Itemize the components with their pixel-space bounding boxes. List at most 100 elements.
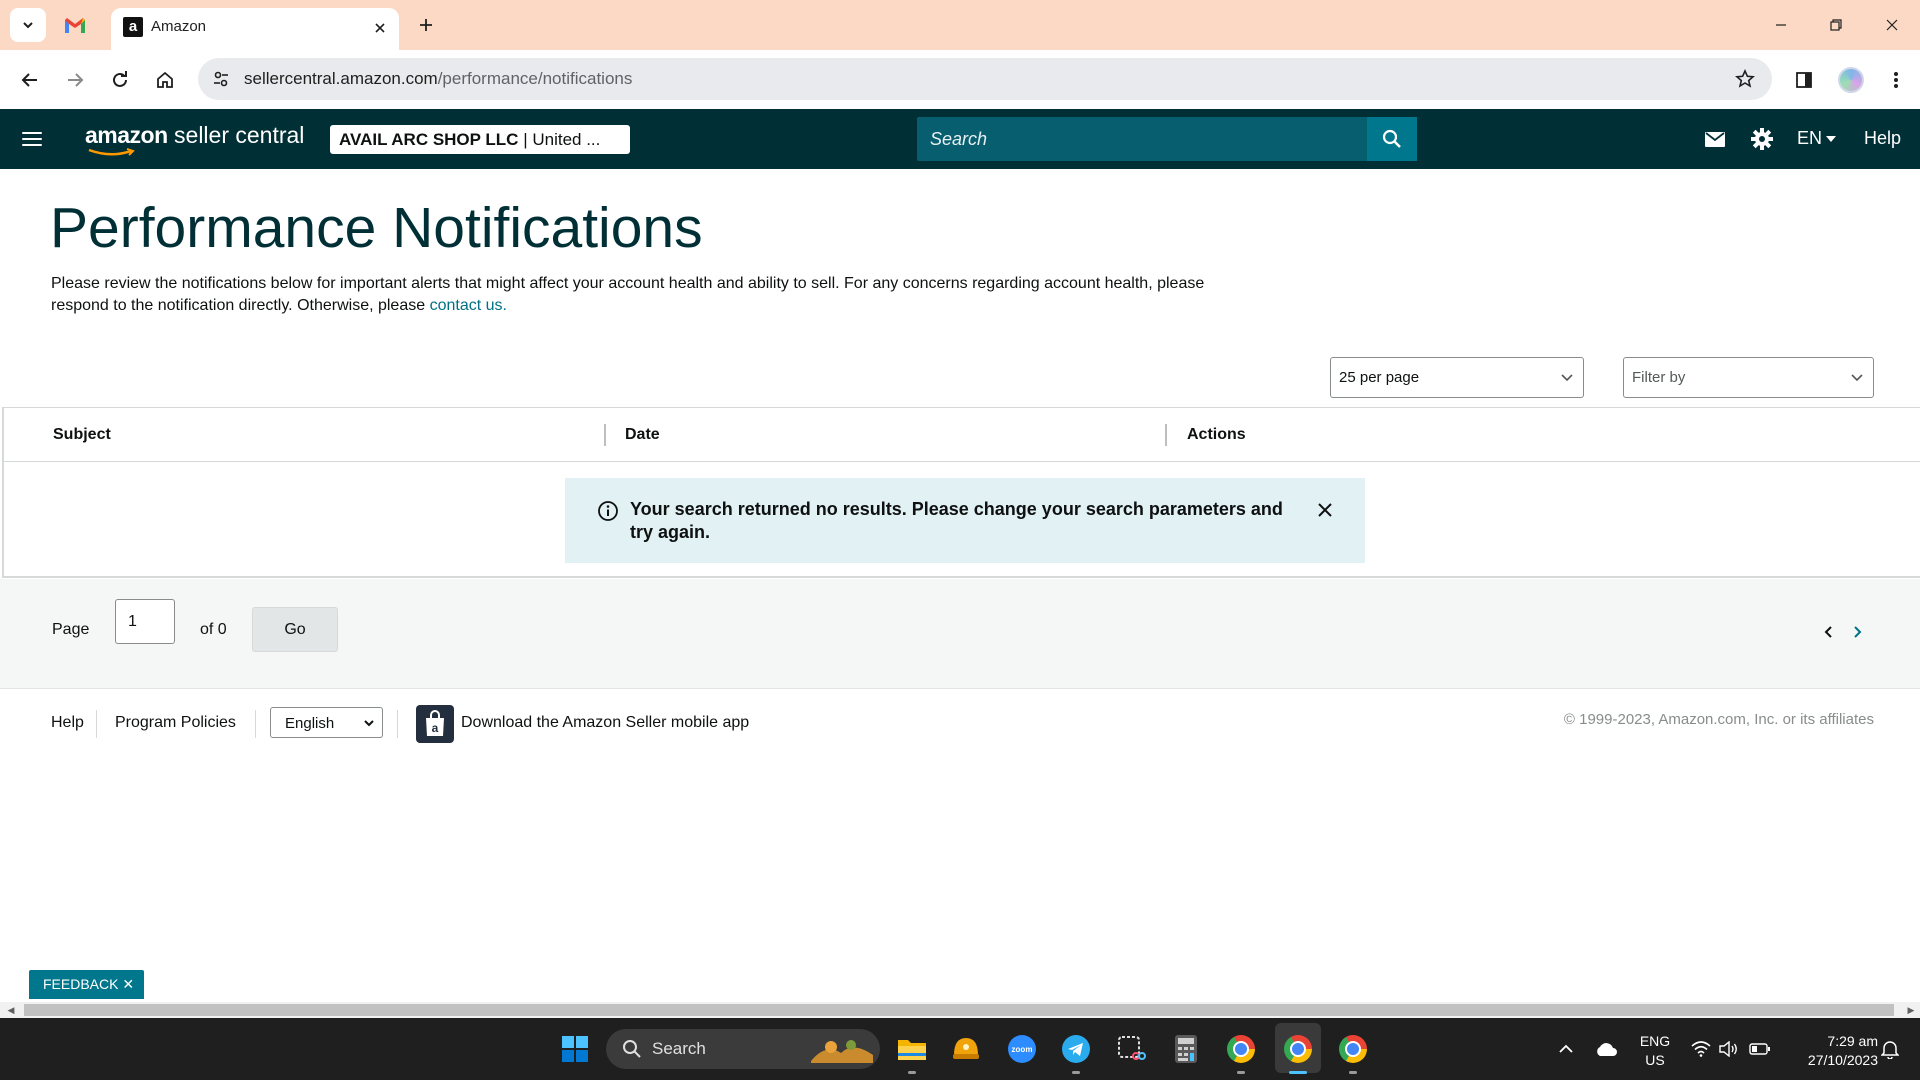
- header-help-link[interactable]: Help: [1864, 128, 1901, 149]
- gmail-tab[interactable]: [62, 12, 88, 38]
- close-icon: [1886, 19, 1898, 31]
- hamburger-icon: [22, 144, 42, 146]
- site-info-button[interactable]: [208, 66, 234, 92]
- wifi-icon: [1691, 1041, 1711, 1057]
- scroll-right-icon[interactable]: ▶: [1904, 1004, 1918, 1016]
- previous-page-button[interactable]: [1818, 621, 1838, 643]
- next-page-button[interactable]: [1848, 621, 1868, 643]
- new-tab-button[interactable]: [412, 12, 440, 38]
- landscape-icon: [811, 1040, 873, 1063]
- input-language-bottom[interactable]: US: [1630, 1051, 1680, 1069]
- chevron-left-icon: [1824, 626, 1832, 638]
- download-app-link[interactable]: Download the Amazon Seller mobile app: [461, 714, 749, 732]
- back-button[interactable]: [14, 64, 46, 96]
- scroll-left-icon[interactable]: ◀: [4, 1004, 18, 1016]
- zoom-button[interactable]: zoom: [1006, 1033, 1038, 1065]
- profile-button[interactable]: [1835, 64, 1867, 96]
- running-indicator: [908, 1071, 916, 1074]
- logo-product: seller central: [167, 122, 305, 148]
- contact-us-link[interactable]: contact us.: [430, 297, 507, 314]
- footer-divider: [397, 710, 398, 738]
- feedback-button[interactable]: FEEDBACK ✕: [29, 970, 144, 999]
- seller-central-logo[interactable]: amazon seller central: [85, 122, 304, 158]
- messages-button[interactable]: [1701, 125, 1729, 153]
- taskbar-search[interactable]: Search: [606, 1029, 880, 1069]
- go-button[interactable]: Go: [252, 607, 338, 652]
- calculator-icon: [1175, 1035, 1197, 1063]
- browser-menu-button[interactable]: [1880, 64, 1912, 96]
- horizontal-scrollbar[interactable]: ◀ ▶: [0, 1002, 1920, 1018]
- program-policies-link[interactable]: Program Policies: [115, 714, 236, 732]
- caret-down-icon: [1826, 135, 1837, 142]
- search-button[interactable]: [1367, 117, 1417, 161]
- clock-time[interactable]: 7:29 am: [1782, 1032, 1878, 1050]
- chevron-right-icon: [1854, 626, 1862, 638]
- filter-select[interactable]: Filter by: [1623, 357, 1874, 398]
- language-selector[interactable]: EN: [1797, 128, 1837, 149]
- tab-close-button[interactable]: [369, 17, 391, 39]
- telegram-icon: [1062, 1035, 1090, 1063]
- onedrive-button[interactable]: [1590, 1033, 1622, 1065]
- show-hidden-icons-button[interactable]: [1550, 1033, 1582, 1065]
- per-page-select[interactable]: 25 per page: [1330, 357, 1584, 398]
- per-page-value: 25 per page: [1339, 369, 1420, 386]
- helmet-icon: [953, 1038, 979, 1059]
- notifications-table: Subject Date Actions Your search returne…: [2, 407, 1920, 578]
- search-input[interactable]: [917, 117, 1367, 161]
- start-button[interactable]: [559, 1033, 591, 1065]
- restore-button[interactable]: [1816, 10, 1856, 40]
- account-name: AVAIL ARC SHOP LLC: [339, 130, 519, 149]
- alert-close-button[interactable]: [1313, 498, 1337, 522]
- close-icon: [375, 23, 385, 33]
- search-icon: [1382, 129, 1401, 148]
- tab-search-button[interactable]: [10, 8, 46, 42]
- minimize-icon: [1776, 24, 1786, 26]
- volume-button[interactable]: [1713, 1033, 1745, 1065]
- input-language-top[interactable]: ENG: [1630, 1032, 1680, 1050]
- language-label: EN: [1797, 128, 1823, 148]
- gmail-icon: [65, 17, 85, 33]
- seller-app-icon[interactable]: a: [416, 705, 454, 743]
- clock-date[interactable]: 27/10/2023: [1782, 1051, 1878, 1069]
- footer-language-select[interactable]: English: [270, 707, 383, 738]
- page-number-input[interactable]: [115, 599, 175, 644]
- battery-button[interactable]: [1744, 1033, 1776, 1065]
- taskbar-search-label: Search: [652, 1039, 706, 1058]
- calculator-button[interactable]: [1170, 1033, 1202, 1065]
- column-header-subject[interactable]: Subject: [53, 426, 111, 444]
- chrome-profile-2-button[interactable]: [1282, 1033, 1314, 1065]
- menu-button[interactable]: [18, 125, 46, 153]
- column-divider: [1165, 424, 1167, 446]
- close-window-button[interactable]: [1872, 10, 1912, 40]
- chrome-profile-1-button[interactable]: [1225, 1033, 1257, 1065]
- tab-amazon[interactable]: a Amazon: [111, 8, 399, 50]
- chrome-profile-3-button[interactable]: [1337, 1033, 1369, 1065]
- reload-button[interactable]: [104, 64, 136, 96]
- filter-placeholder: Filter by: [1632, 369, 1686, 386]
- settings-button[interactable]: [1748, 125, 1776, 153]
- forward-button[interactable]: [59, 64, 91, 96]
- chevron-up-icon: [1559, 1044, 1573, 1053]
- svg-text:zoom: zoom: [1012, 1045, 1033, 1054]
- seller-central-header: amazon seller central AVAIL ARC SHOP LLC…: [0, 109, 1920, 169]
- minimize-button[interactable]: [1761, 10, 1801, 40]
- file-explorer-button[interactable]: [896, 1033, 928, 1065]
- snipping-tool-button[interactable]: [1115, 1033, 1147, 1065]
- home-button[interactable]: [149, 64, 181, 96]
- notifications-button[interactable]: [1874, 1033, 1906, 1065]
- side-panel-button[interactable]: [1788, 64, 1820, 96]
- scrollbar-thumb[interactable]: [24, 1004, 1894, 1016]
- url-text: sellercentral.amazon.com/performance/not…: [244, 69, 632, 89]
- account-region: | United ...: [518, 130, 601, 149]
- running-indicator: [1349, 1071, 1357, 1074]
- pagination-bar: Page of 0 Go: [0, 579, 1920, 689]
- telegram-button[interactable]: [1060, 1033, 1092, 1065]
- column-header-date[interactable]: Date: [625, 426, 660, 444]
- bookmark-button[interactable]: [1732, 66, 1758, 92]
- footer-help-link[interactable]: Help: [51, 714, 84, 732]
- account-switcher[interactable]: AVAIL ARC SHOP LLC | United ...: [330, 125, 630, 154]
- page-total-label: of 0: [200, 621, 227, 638]
- address-bar[interactable]: sellercentral.amazon.com/performance/not…: [198, 58, 1772, 100]
- app-helmet-button[interactable]: [950, 1033, 982, 1065]
- info-icon: [598, 501, 618, 521]
